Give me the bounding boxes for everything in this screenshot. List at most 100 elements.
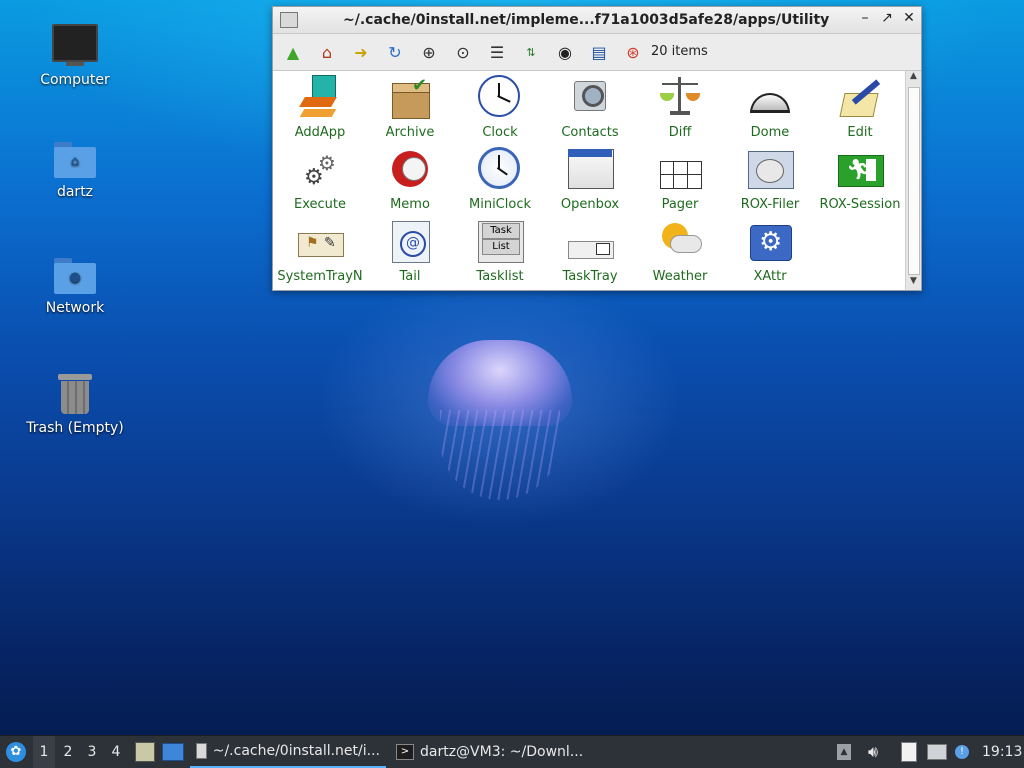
- rox-filer-window: ~/.cache/0install.net/impleme...f71a1003…: [272, 6, 922, 291]
- file-item-tasklist[interactable]: Task List Tasklist: [455, 219, 545, 284]
- alarm-clock-icon: [388, 147, 432, 191]
- desktop-icon-network[interactable]: ● Network: [15, 258, 135, 316]
- file-item-contacts[interactable]: Contacts: [545, 75, 635, 140]
- file-item-dome[interactable]: Dome: [725, 75, 815, 140]
- weather-sun-cloud-icon: [658, 219, 702, 263]
- update-notifier-icon[interactable]: !: [952, 736, 972, 768]
- file-grid: AddApp ✔ Archive Clock Contacts Diff Dom…: [273, 71, 905, 290]
- miniclock-icon: [478, 147, 522, 191]
- file-item-pager[interactable]: Pager: [635, 147, 725, 212]
- workspace-1[interactable]: 1: [33, 736, 55, 768]
- scroll-thumb[interactable]: [908, 87, 920, 275]
- file-item-addapp[interactable]: AddApp: [275, 75, 365, 140]
- details-view-icon[interactable]: ☰: [485, 41, 509, 63]
- up-arrow-icon[interactable]: ▲: [281, 41, 305, 63]
- desktop-icon-label: Trash (Empty): [26, 420, 124, 436]
- desktop-icon-computer[interactable]: Computer: [15, 24, 135, 88]
- taskbar: ✿ 1 2 3 4 ~/.cache/0install.net/i... > d…: [0, 735, 1024, 768]
- contacts-magnifier-icon: [568, 75, 612, 119]
- tray-arrow-button[interactable]: ▲: [835, 736, 853, 768]
- network-folder-icon: ●: [54, 258, 96, 294]
- scroll-up-arrow-icon[interactable]: ▲: [906, 71, 921, 85]
- window-title: ~/.cache/0install.net/impleme...f71a1003…: [343, 12, 830, 28]
- file-item-openbox[interactable]: Openbox: [545, 147, 635, 212]
- file-item-weather[interactable]: Weather: [635, 219, 725, 284]
- task-rox-filer[interactable]: ~/.cache/0install.net/i...: [190, 736, 386, 768]
- bookmarks-icon[interactable]: ➜: [349, 41, 373, 63]
- desktop-icon-home[interactable]: ⌂ dartz: [15, 142, 135, 200]
- gears-icon: ⚙ ⚙: [304, 151, 336, 190]
- network-tray-icon[interactable]: [926, 736, 948, 768]
- desktop-icon-trash[interactable]: Trash (Empty): [15, 374, 135, 436]
- openbox-window-icon: [568, 147, 614, 191]
- xattr-gear-icon: ⚙: [748, 219, 792, 263]
- systemtray-icon: ⚑ ✎: [298, 219, 344, 263]
- window-thumb-icon: [196, 743, 207, 759]
- zoom-fit-icon[interactable]: ⊙: [451, 41, 475, 63]
- file-item-execute[interactable]: ⚙ ⚙ Execute: [275, 147, 365, 212]
- item-count: 20 items: [651, 44, 708, 59]
- window-titlebar[interactable]: ~/.cache/0install.net/impleme...f71a1003…: [273, 7, 921, 34]
- desktop-icon-label: dartz: [56, 184, 94, 200]
- file-item-xattr[interactable]: ⚙ XAttr: [725, 219, 815, 284]
- tasklist-icon: Task List: [478, 219, 524, 263]
- workspace-2[interactable]: 2: [57, 736, 79, 768]
- file-item-memo[interactable]: Memo: [365, 147, 455, 212]
- file-item-tail[interactable]: @ Tail: [365, 219, 455, 284]
- wallpaper-jellyfish: [420, 340, 580, 500]
- computer-icon: [52, 24, 98, 66]
- sort-icon[interactable]: ⇅: [519, 41, 543, 63]
- show-hidden-eye-icon[interactable]: ◉: [553, 41, 577, 63]
- clock-icon: [478, 75, 522, 119]
- desktop-icon: [162, 743, 184, 761]
- clipboard-icon[interactable]: [898, 736, 920, 768]
- restore-button[interactable]: ↗: [877, 10, 897, 26]
- home-folder-icon: ⌂: [54, 142, 96, 178]
- file-manager-launcher[interactable]: [134, 736, 156, 768]
- balance-scale-icon: [658, 75, 702, 119]
- file-item-diff[interactable]: Diff: [635, 75, 725, 140]
- edit-pen-icon: [838, 75, 882, 119]
- select-icon[interactable]: ▤: [587, 41, 611, 63]
- workspace-3[interactable]: 3: [81, 736, 103, 768]
- file-item-systemtrayn[interactable]: ⚑ ✎ SystemTrayN: [275, 219, 365, 284]
- task-terminal[interactable]: > dartz@VM3: ~/Downl...: [390, 736, 602, 768]
- file-item-miniclock[interactable]: MiniClock: [455, 147, 545, 212]
- home-icon[interactable]: ⌂: [315, 41, 339, 63]
- desktop-icon-label: Computer: [40, 72, 110, 88]
- vertical-scrollbar[interactable]: ▲ ▼: [905, 71, 921, 290]
- addapp-icon: [298, 75, 342, 119]
- file-item-rox-filer[interactable]: ROX-Filer: [725, 147, 815, 212]
- file-item-rox-session[interactable]: 🏃︎ ROX-Session: [815, 147, 905, 212]
- lxqt-logo-icon: ✿: [6, 742, 26, 762]
- file-item-tasktray[interactable]: TaskTray: [545, 219, 635, 284]
- minimize-button[interactable]: –: [855, 10, 875, 26]
- scroll-down-arrow-icon[interactable]: ▼: [906, 276, 921, 290]
- file-item-clock[interactable]: Clock: [455, 75, 545, 140]
- task-label: dartz@VM3: ~/Downl...: [420, 744, 584, 760]
- show-desktop-button[interactable]: [162, 736, 184, 768]
- start-menu-button[interactable]: ✿: [4, 736, 28, 768]
- help-lifebuoy-icon[interactable]: ⊛: [621, 41, 645, 63]
- refresh-icon[interactable]: ↻: [383, 41, 407, 63]
- trash-icon: [58, 374, 92, 414]
- terminal-icon: >: [396, 744, 414, 760]
- desktop-icon-label: Network: [45, 300, 105, 316]
- exit-sign-icon: 🏃︎: [838, 147, 884, 191]
- clock[interactable]: 19:13: [982, 736, 1022, 768]
- tail-scroll-icon: @: [388, 219, 432, 263]
- rox-filer-icon: [748, 147, 794, 191]
- zoom-in-icon[interactable]: ⊕: [417, 41, 441, 63]
- close-button[interactable]: ✕: [899, 10, 919, 26]
- archive-box-icon: ✔: [388, 75, 432, 119]
- workspace-4[interactable]: 4: [105, 736, 127, 768]
- dome-icon: [748, 75, 792, 119]
- task-label: ~/.cache/0install.net/i...: [212, 743, 380, 759]
- tasktray-icon: [568, 219, 614, 263]
- file-cabinet-icon: [135, 742, 155, 762]
- file-item-archive[interactable]: ✔ Archive: [365, 75, 455, 140]
- pager-grid-icon: [658, 147, 702, 191]
- file-item-edit[interactable]: Edit: [815, 75, 905, 140]
- window-app-icon: [280, 12, 298, 28]
- volume-icon[interactable]: 🔊︎: [862, 736, 884, 768]
